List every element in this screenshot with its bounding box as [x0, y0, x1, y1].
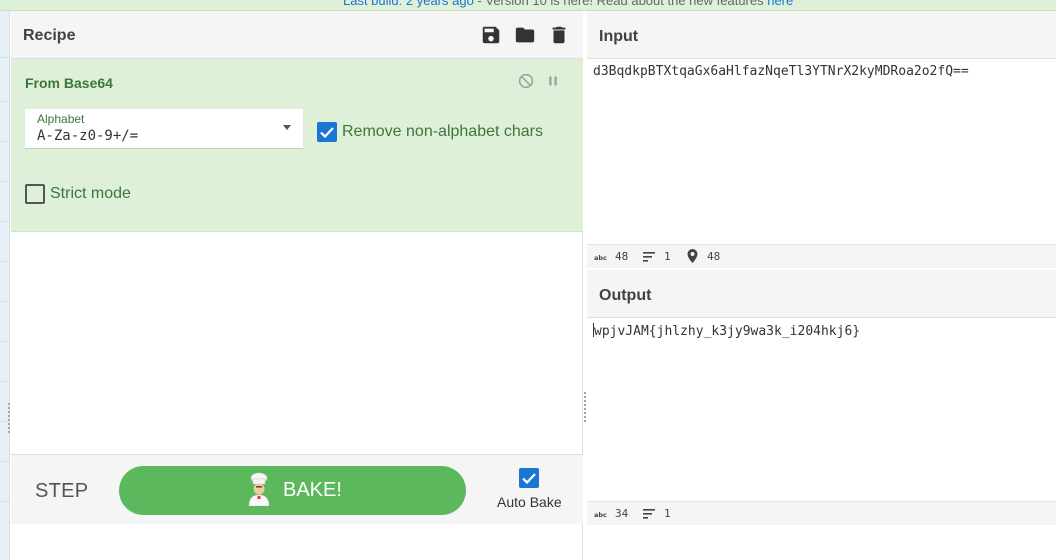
length-icon: abc	[594, 254, 607, 261]
last-build-link[interactable]: Last build: 2 years ago	[343, 0, 474, 8]
recipe-title: Recipe	[23, 27, 76, 44]
auto-bake-label[interactable]: Auto Bake	[497, 494, 562, 510]
checkmark-icon	[522, 473, 536, 485]
divider	[0, 221, 10, 222]
auto-bake-checkbox[interactable]	[519, 468, 539, 488]
alphabet-value: A-Za-z0-9+/=	[37, 128, 139, 144]
divider	[0, 381, 10, 382]
svg-text:abc: abc	[594, 511, 607, 518]
output-title: Output	[599, 287, 652, 304]
input-length: 48	[615, 250, 629, 263]
trash-icon[interactable]	[548, 24, 570, 46]
divider	[0, 461, 10, 462]
divider	[0, 141, 10, 142]
save-icon[interactable]	[480, 24, 502, 46]
svg-text:abc: abc	[594, 254, 607, 261]
checkmark-icon	[320, 127, 334, 139]
operation-title: From Base64	[25, 75, 113, 91]
operation-from-base64[interactable]: From Base64 Alphabet A-Za-z0-9+/= Remove…	[11, 59, 583, 232]
lines-icon	[643, 252, 655, 262]
alphabet-select[interactable]: Alphabet A-Za-z0-9+/=	[25, 109, 303, 149]
divider	[0, 501, 10, 502]
length-icon: abc	[594, 511, 607, 518]
features-link[interactable]: here	[767, 0, 793, 8]
divider	[0, 181, 10, 182]
operations-panel-edge	[0, 11, 10, 560]
divider	[0, 301, 10, 302]
input-lines: 1	[664, 250, 671, 263]
divider	[0, 57, 10, 58]
output-status-bar: abc 34 1	[587, 501, 1056, 525]
chef-icon	[248, 472, 270, 506]
bake-label: BAKE!	[283, 479, 342, 501]
divider	[0, 101, 10, 102]
disable-icon[interactable]	[517, 72, 535, 90]
alphabet-label: Alphabet	[37, 112, 85, 126]
notice-message: - Version 10 is here! Read about the new…	[473, 0, 768, 8]
step-button[interactable]: STEP	[35, 480, 88, 503]
bake-button[interactable]: BAKE!	[119, 466, 466, 515]
input-status-bar: abc 48 1 48	[587, 244, 1056, 268]
resize-handle-center[interactable]	[584, 392, 586, 422]
output-length: 34	[615, 507, 629, 520]
divider	[0, 261, 10, 262]
output-header: Output	[587, 270, 1056, 318]
resize-handle-left[interactable]	[8, 403, 10, 433]
location-pin-icon	[687, 249, 698, 263]
remove-nonalpha-checkbox[interactable]	[317, 122, 337, 142]
output-panel: Output wpjvJAM{jhlzhy_k3jy9wa3k_i204hkj6…	[587, 270, 1056, 560]
input-panel: Input d3BqdkpBTXtqaGx6aHlfazNqeTl3YTNrX2…	[587, 11, 1056, 269]
caret-down-icon	[283, 125, 291, 130]
input-header: Input	[587, 11, 1056, 59]
strict-mode-checkbox[interactable]	[25, 184, 45, 204]
controls-bar: STEP BAKE! Auto Bake	[11, 454, 583, 524]
strict-mode-label[interactable]: Strict mode	[50, 185, 131, 203]
lines-icon	[643, 509, 655, 519]
notice-text: Last build: 2 years ago - Version 10 is …	[343, 0, 793, 8]
output-text-area[interactable]: wpjvJAM{jhlzhy_k3jy9wa3k_i204hkj6}	[593, 323, 860, 339]
notice-bar: Last build: 2 years ago - Version 10 is …	[0, 0, 1056, 11]
input-title: Input	[599, 28, 639, 45]
pause-icon[interactable]	[544, 72, 562, 90]
input-textarea[interactable]: d3BqdkpBTXtqaGx6aHlfazNqeTl3YTNrX2kyMDRo…	[593, 64, 969, 79]
output-lines: 1	[664, 507, 671, 520]
divider	[0, 341, 10, 342]
input-position: 48	[707, 250, 721, 263]
remove-nonalpha-label[interactable]: Remove non-alphabet chars	[342, 123, 543, 141]
recipe-panel: Recipe From Base64 Alphabet A-Za-z0-9+/=	[11, 11, 583, 560]
output-text: wpjvJAM{jhlzhy_k3jy9wa3k_i204hkj6}	[594, 324, 861, 339]
recipe-header: Recipe	[11, 11, 583, 59]
folder-icon[interactable]	[514, 24, 536, 46]
